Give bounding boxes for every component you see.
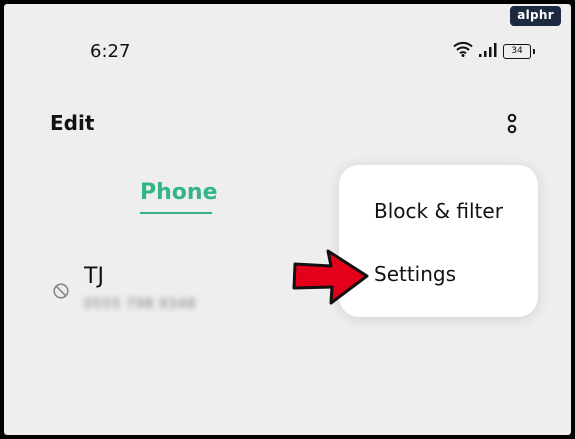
wifi-icon (453, 41, 473, 61)
menu-item-settings[interactable]: Settings (374, 262, 456, 286)
alphr-watermark: alphr (510, 6, 561, 26)
status-time: 6:27 (90, 41, 131, 62)
screenshot-frame: alphr 6:27 34 Edit Phone TJ 0555 798 934… (0, 0, 575, 439)
battery-icon: 34 (503, 43, 535, 59)
status-icons: 34 (453, 40, 535, 62)
tab-phone-label: Phone (140, 180, 218, 205)
edit-button[interactable]: Edit (50, 111, 94, 135)
phone-screen: alphr 6:27 34 Edit Phone TJ 0555 798 934… (4, 4, 571, 435)
contact-name[interactable]: TJ (84, 264, 104, 289)
contact-number: 0555 798 9348 (84, 297, 197, 312)
block-icon (52, 282, 70, 300)
tab-active-indicator (140, 212, 212, 214)
red-arrow-icon (291, 247, 371, 307)
signal-icon (479, 42, 497, 61)
tab-phone[interactable]: Phone (140, 180, 218, 214)
menu-item-block-filter[interactable]: Block & filter (374, 199, 503, 223)
more-vertical-icon[interactable] (501, 111, 523, 139)
